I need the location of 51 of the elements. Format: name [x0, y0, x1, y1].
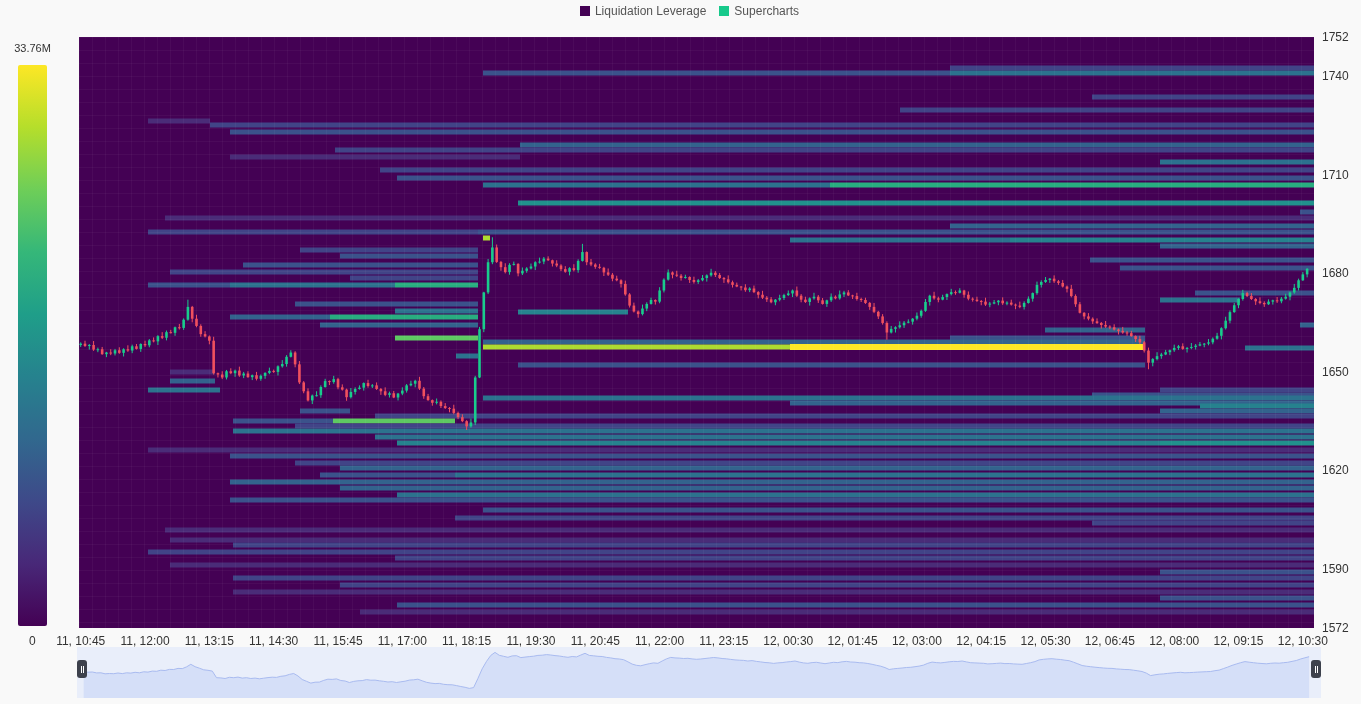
time-axis-label: 11, 17:00 — [377, 635, 427, 647]
time-axis-label: 12, 04:15 — [956, 635, 1007, 647]
time-axis-label: 12, 09:15 — [1213, 635, 1264, 647]
navigator-track[interactable] — [77, 647, 1321, 698]
grip-icon — [80, 665, 84, 673]
candlestick — [315, 390, 318, 398]
price-axis-label: 1650 — [1322, 365, 1349, 378]
candlestick — [992, 299, 996, 305]
time-axis-label: 11, 23:15 — [699, 635, 749, 647]
candlestick — [954, 289, 957, 296]
time-axis-label: 11, 19:30 — [506, 635, 556, 647]
time-axis-label: 12, 01:45 — [827, 635, 878, 647]
time-axis-label: 12, 03:00 — [891, 635, 942, 647]
candlestick — [491, 236, 494, 265]
range-handle[interactable] — [77, 660, 87, 678]
scale-max-label: 33.76M — [14, 41, 51, 55]
candlestick — [1095, 317, 1099, 325]
price-axis-label: 1710 — [1322, 168, 1349, 181]
grip-icon — [1314, 665, 1318, 673]
legend-item[interactable]: Supercharts — [719, 4, 800, 18]
time-axis-label: 11, 12:00 — [120, 635, 170, 647]
candlestick — [495, 244, 498, 264]
price-axis-label: 1752 — [1322, 31, 1349, 43]
candlestick — [126, 344, 130, 353]
candlestick — [589, 258, 593, 267]
range-handle[interactable] — [1311, 660, 1321, 678]
time-axis-label: 11, 20:45 — [570, 635, 620, 647]
price-axis-label: 1572 — [1322, 622, 1349, 634]
legend-item[interactable]: Liquidation Leverage — [579, 4, 707, 18]
price-axis-label: 1680 — [1322, 267, 1349, 280]
time-axis-label: 11, 18:15 — [442, 635, 492, 647]
time-axis-label: 11, 10:45 — [56, 635, 106, 647]
candlestick — [1147, 347, 1150, 370]
candlestick — [1258, 296, 1262, 305]
time-axis-label: 12, 05:30 — [1020, 635, 1071, 647]
price-axis-label: 1620 — [1322, 464, 1349, 477]
time-axis-label: 11, 14:30 — [249, 635, 299, 647]
candlestick — [358, 384, 361, 391]
time-axis-label: 12, 10:30 — [1277, 635, 1328, 647]
candlestick — [971, 296, 974, 303]
candlestick — [298, 360, 301, 385]
time-axis-label: 12, 06:45 — [1084, 635, 1135, 647]
candlestick — [1198, 341, 1202, 347]
time-axis-label: 12, 08:00 — [1149, 635, 1200, 647]
time-axis-label: 12, 00:30 — [763, 635, 814, 647]
time-axis-label: 11, 22:00 — [635, 635, 685, 647]
time-axis-label: 11, 15:45 — [313, 635, 363, 647]
scale-min-label: 0 — [29, 635, 37, 647]
time-axis-label: 11, 13:15 — [184, 635, 234, 647]
price-axis-label: 1740 — [1322, 70, 1349, 83]
price-axis-label: 1590 — [1322, 562, 1349, 575]
